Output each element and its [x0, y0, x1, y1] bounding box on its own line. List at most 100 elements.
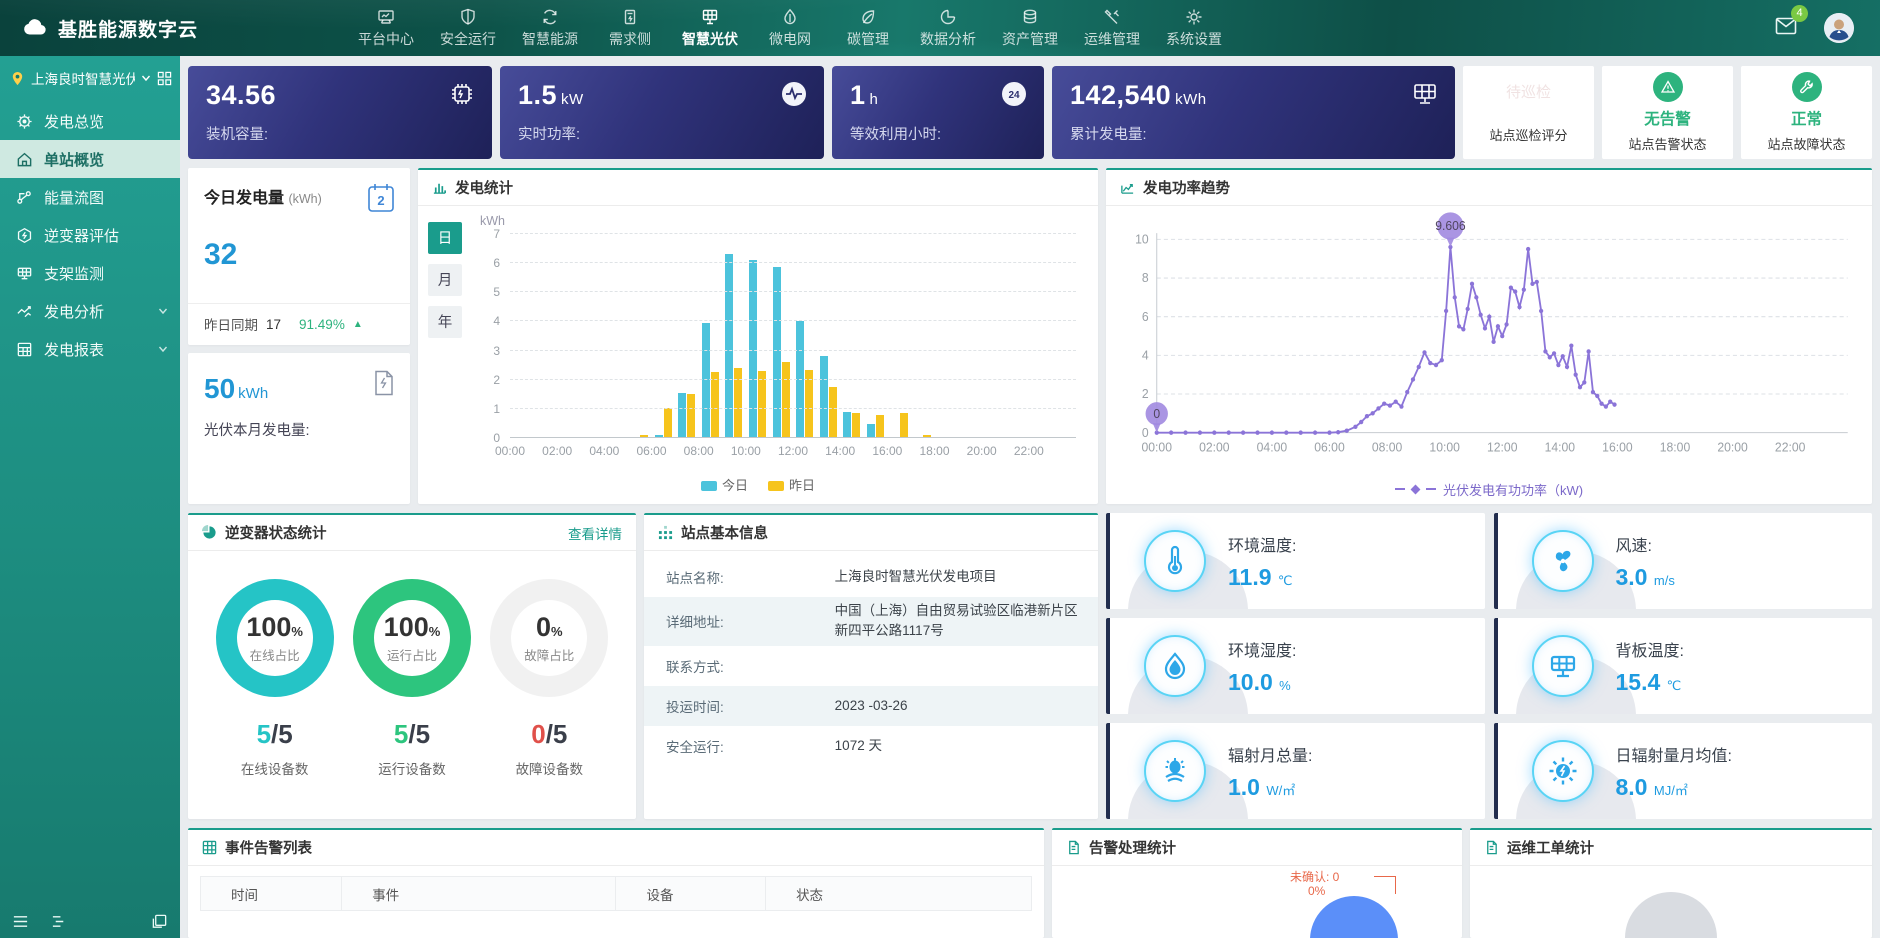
- pie-icon: [202, 525, 217, 540]
- thermometer-icon: [1159, 545, 1191, 577]
- work-order-pie-chart: [1625, 892, 1717, 938]
- svg-text:02:00: 02:00: [1199, 440, 1230, 454]
- stat-unit: kW: [561, 91, 584, 108]
- sun-icon: [1547, 755, 1579, 787]
- microgrid-icon: [781, 8, 799, 26]
- sidebar-item-label: 发电总览: [44, 111, 104, 132]
- stat-label: 实时功率:: [518, 123, 806, 144]
- col-device[interactable]: 设备: [616, 877, 766, 911]
- stat-realtime-power: 1.5kW 实时功率:: [500, 66, 824, 159]
- svg-text:4: 4: [1142, 348, 1149, 362]
- tab-month[interactable]: 月: [428, 264, 462, 296]
- nav-data-analysis[interactable]: 数据分析: [920, 8, 976, 49]
- trend-legend[interactable]: 光伏发电有功功率（kW): [1106, 474, 1872, 504]
- avatar-image: [1824, 13, 1854, 43]
- tab-day[interactable]: 日: [428, 222, 462, 254]
- nav-ops-mgmt[interactable]: 运维管理: [1084, 8, 1140, 49]
- legend-today[interactable]: 今日: [701, 475, 748, 494]
- panel-stand-icon: [16, 265, 33, 282]
- nav-asset-mgmt[interactable]: 资产管理: [1002, 8, 1058, 49]
- gear-icon: [1185, 8, 1203, 26]
- nav-label: 智慧光伏: [682, 29, 738, 49]
- nav-demand-side[interactable]: 需求侧: [604, 8, 656, 49]
- sidebar-item-generation-analysis[interactable]: 发电分析: [0, 292, 180, 330]
- period-tabs: 日 月 年: [428, 222, 462, 338]
- messages-button[interactable]: 4: [1774, 14, 1798, 43]
- today-compare-row: 昨日同期 17 91.49% ▲: [188, 303, 410, 345]
- col-event[interactable]: 事件: [342, 877, 616, 911]
- svg-text:22:00: 22:00: [1775, 440, 1806, 454]
- droplet-icon: [1159, 650, 1191, 682]
- nav-platform-center[interactable]: 平台中心: [358, 8, 414, 49]
- sidebar-item-label: 能量流图: [44, 187, 104, 208]
- sidebar-item-label: 单站概览: [44, 149, 104, 170]
- sidebar-item-generation-report[interactable]: 发电报表: [0, 330, 180, 368]
- sidebar-item-generation-overview[interactable]: 发电总览: [0, 102, 180, 140]
- col-status[interactable]: 状态: [766, 877, 1032, 911]
- sensor-humidity: 环境湿度: 10.0 %: [1106, 618, 1485, 714]
- recycle-icon: [541, 8, 559, 26]
- stat-value: 1.5: [518, 80, 557, 110]
- today-title: 今日发电量: [204, 190, 284, 207]
- charts-row: 今日发电量 (kWh) 2 32 昨日同期 17 91.49% ▲ 50kWh …: [188, 168, 1872, 505]
- svg-text:06:00: 06:00: [1314, 440, 1345, 454]
- chevron-down-icon: [158, 306, 168, 316]
- nav-safe-operation[interactable]: 安全运行: [440, 8, 496, 49]
- inspection-label: 站点巡检评分: [1489, 125, 1567, 144]
- sidebar-item-energy-flow[interactable]: 能量流图: [0, 178, 180, 216]
- station-selector[interactable]: 上海良时智慧光伏...: [10, 68, 172, 88]
- bar-chart-icon: [432, 180, 447, 195]
- svg-text:0: 0: [1153, 406, 1160, 420]
- generation-bar-chart: 0123456700:0002:0004:0006:0008:0010:0012…: [510, 234, 1076, 439]
- svg-text:04:00: 04:00: [1257, 440, 1288, 454]
- nav-smart-pv[interactable]: 智慧光伏: [682, 8, 738, 49]
- outline-list-icon[interactable]: [51, 913, 68, 930]
- svg-text:0: 0: [1142, 425, 1149, 439]
- nav-carbon[interactable]: 碳管理: [842, 8, 894, 49]
- app-title: 基胜能源数字云: [58, 15, 198, 42]
- tab-year[interactable]: 年: [428, 306, 462, 338]
- svg-text:2: 2: [1142, 387, 1149, 401]
- stat-value: 34.56: [206, 80, 276, 110]
- alarm-status-value: 无告警: [1644, 107, 1691, 129]
- inverter-online: 100% 在线占比 5/5 在线设备数: [216, 579, 334, 778]
- sidebar-item-station-overview[interactable]: 单站概览: [0, 140, 180, 178]
- info-row-commission-date: 投运时间:2023 -03-26: [644, 686, 1098, 726]
- legend-yesterday[interactable]: 昨日: [768, 475, 815, 494]
- events-title: 事件告警列表: [225, 837, 312, 858]
- col-time[interactable]: 时间: [201, 877, 342, 911]
- window-copy-icon[interactable]: [151, 913, 168, 930]
- report-table-icon: [16, 341, 33, 358]
- stat-value: 1: [850, 80, 866, 110]
- collapse-menu-icon[interactable]: [12, 913, 29, 930]
- stat-unit: kWh: [1175, 91, 1207, 108]
- today-title-unit: (kWh): [288, 192, 321, 206]
- compare-percent: 91.49%: [299, 317, 345, 332]
- inverter-fault: 0% 故障占比 0/5 故障设备数: [490, 579, 608, 778]
- info-row-contact: 联系方式:: [644, 646, 1098, 686]
- station-grid-icon[interactable]: [157, 71, 172, 86]
- events-table: 时间 事件 设备 状态: [200, 876, 1032, 911]
- inverter-icon: [16, 227, 33, 244]
- sidebar-item-label: 逆变器评估: [44, 225, 119, 246]
- info-row-name: 站点名称:上海良时智慧光伏发电项目: [644, 557, 1098, 597]
- cloud-logo-icon: [22, 15, 48, 41]
- sidebar-item-inverter-eval[interactable]: 逆变器评估: [0, 216, 180, 254]
- nav-label: 智慧能源: [522, 29, 578, 49]
- sensor-ambient-temp: 环境温度: 11.9 ℃: [1106, 513, 1485, 609]
- table-icon: [202, 840, 217, 855]
- sensor-wind-speed: 风速: 3.0 m/s: [1494, 513, 1873, 609]
- view-details-link[interactable]: 查看详情: [568, 523, 622, 543]
- nav-system-settings[interactable]: 系统设置: [1166, 8, 1222, 49]
- power-trend-chart: 024681000:0002:0004:0006:0008:0010:0012:…: [1106, 206, 1872, 475]
- svg-text:2: 2: [377, 193, 384, 208]
- sidebar-item-bracket-monitor[interactable]: 支架监测: [0, 254, 180, 292]
- nav-microgrid[interactable]: 微电网: [764, 8, 816, 49]
- y-axis-unit: kWh: [480, 214, 505, 228]
- avatar[interactable]: [1824, 13, 1854, 43]
- annotation-connector: [1374, 876, 1396, 894]
- nav-smart-energy[interactable]: 智慧能源: [522, 8, 578, 49]
- fan-icon: [1547, 545, 1579, 577]
- compare-value: 17: [266, 317, 281, 332]
- chip-icon: [448, 80, 476, 108]
